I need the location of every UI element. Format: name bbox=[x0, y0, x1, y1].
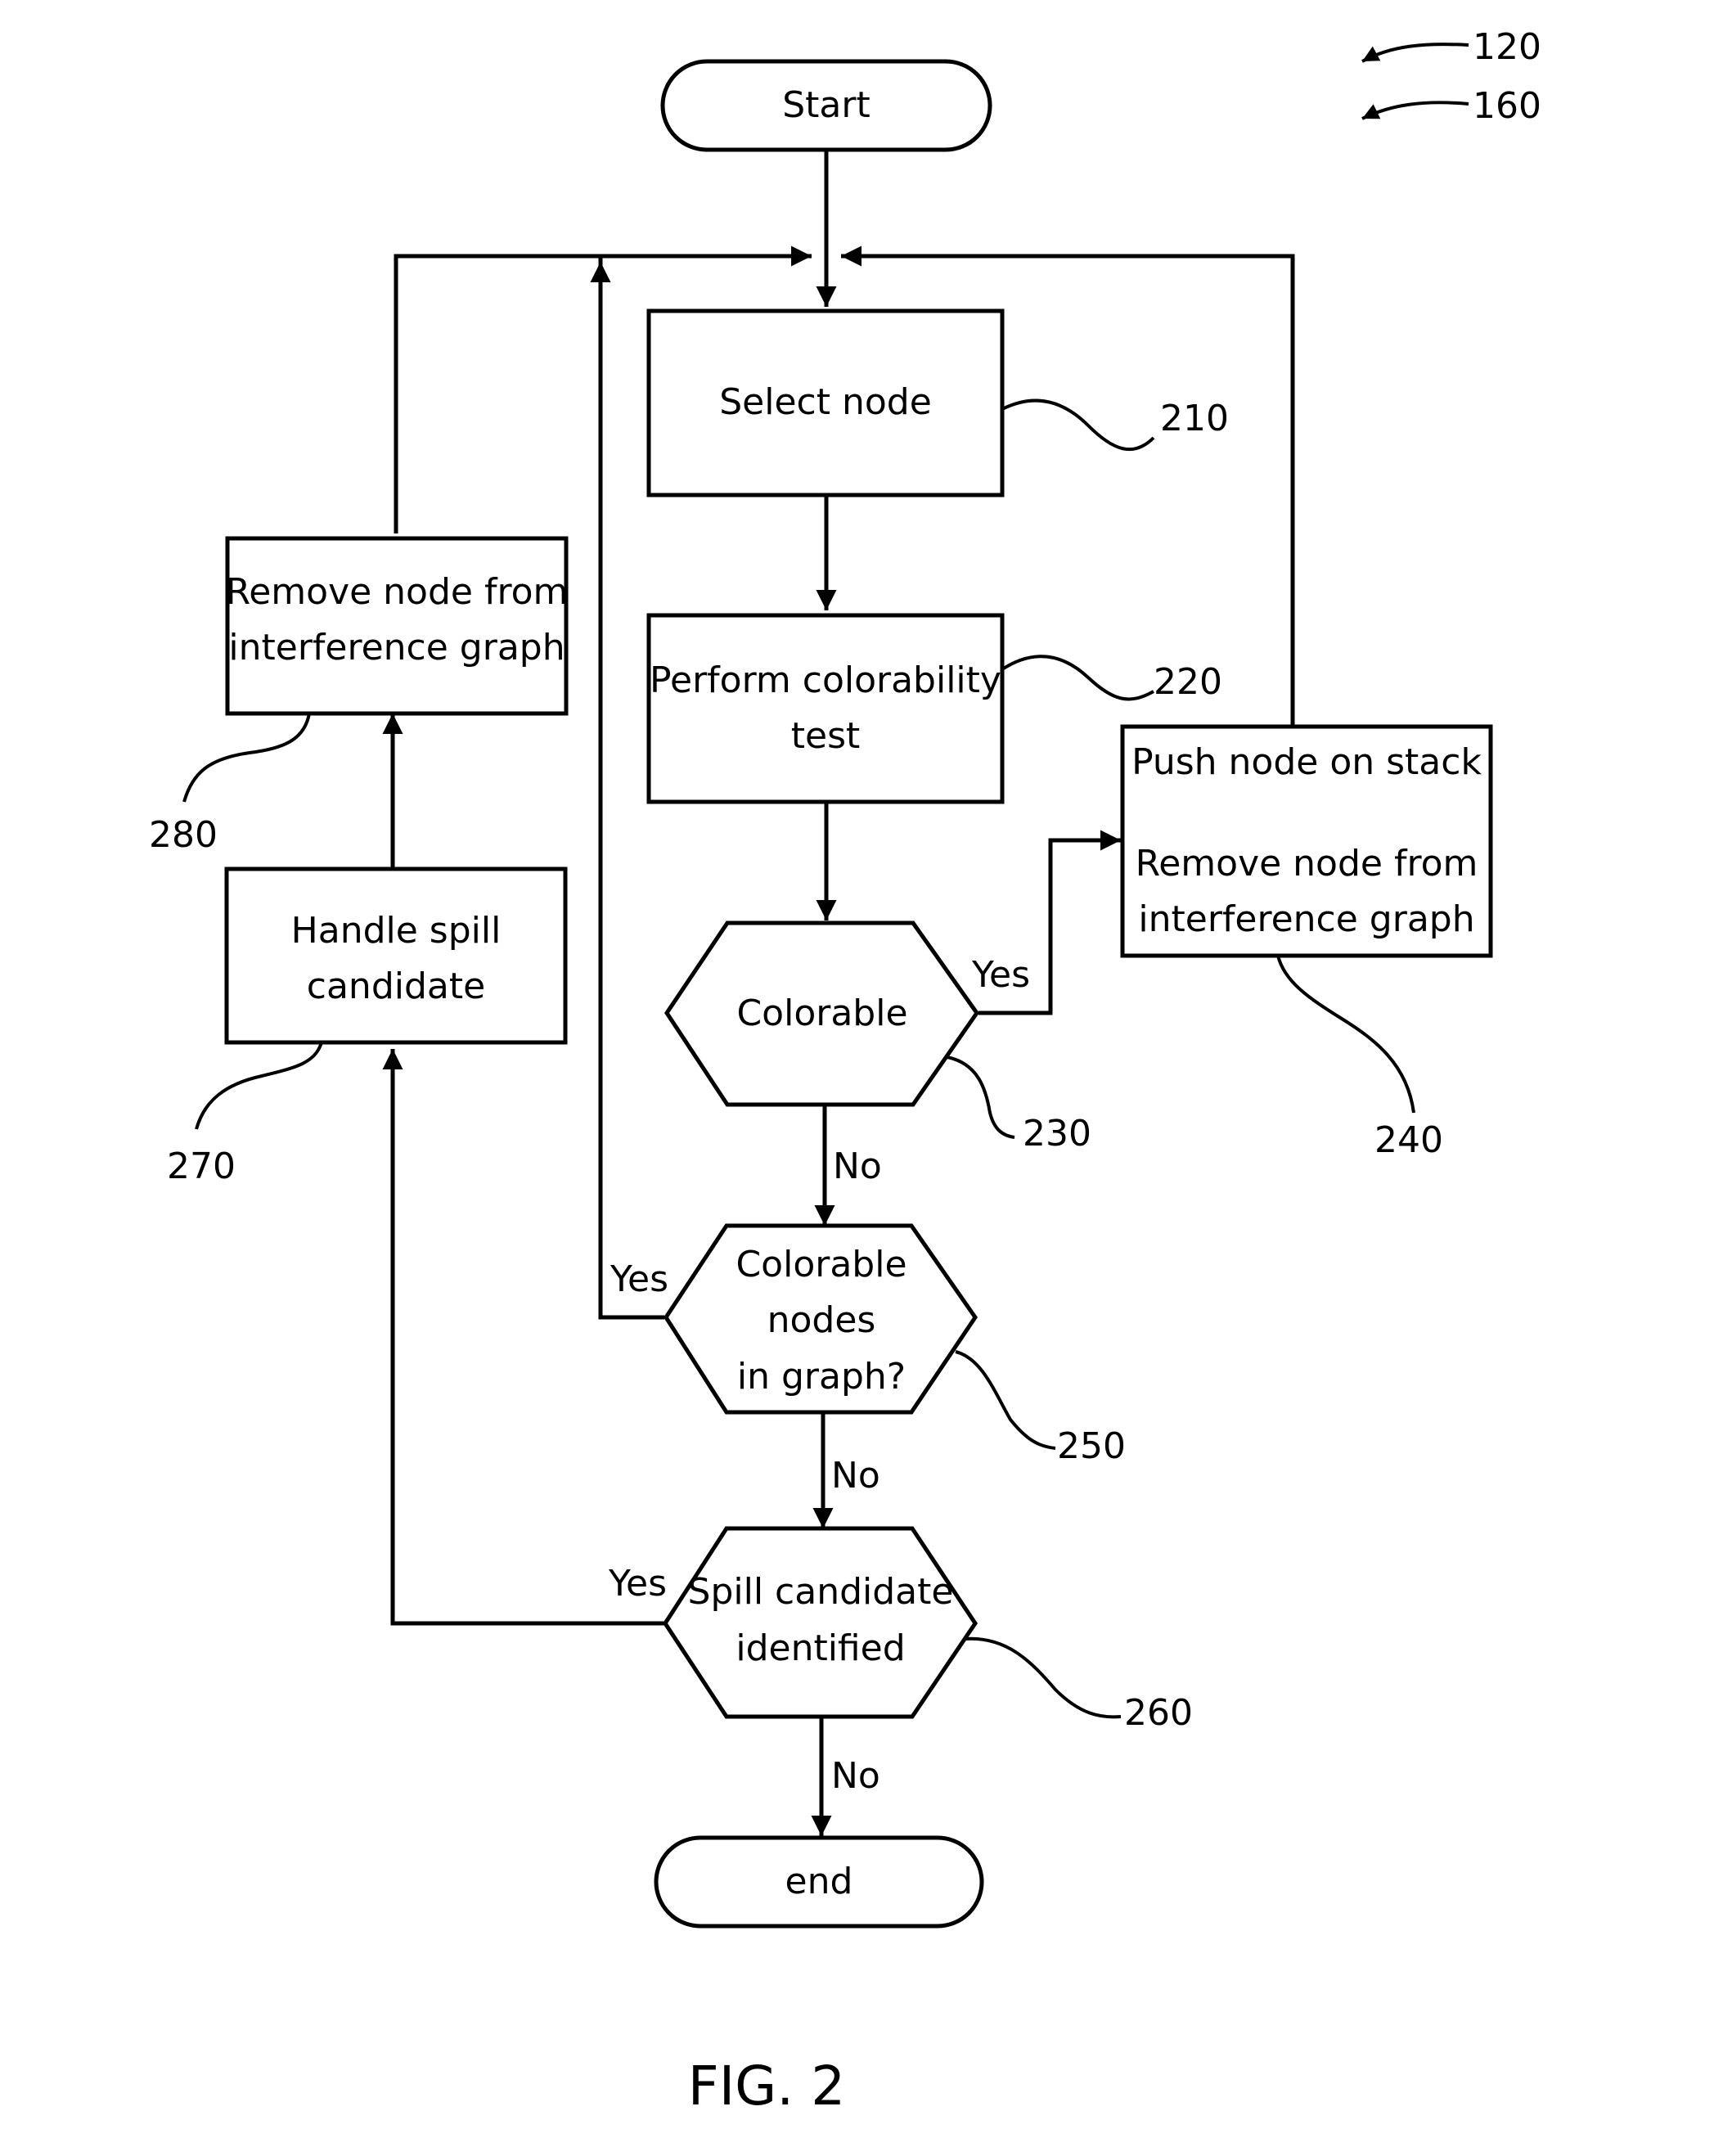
start-terminal: Start bbox=[660, 59, 992, 152]
flowchart: 120 160 Start Select node 210 Perform co… bbox=[149, 26, 1541, 2118]
spill-no-label: No bbox=[831, 1755, 880, 1797]
handle-spill-box: Handle spill candidate 270 bbox=[167, 866, 568, 1187]
reference-160: 160 bbox=[1361, 85, 1541, 127]
handle-spill-line-1: Handle spill bbox=[291, 910, 502, 952]
push-node-line-3: interference graph bbox=[1138, 898, 1474, 940]
push-node-line-2: Remove node from bbox=[1136, 843, 1478, 884]
ref-250: 250 bbox=[1057, 1425, 1126, 1467]
colorable-nodes-line-3: in graph? bbox=[737, 1356, 906, 1398]
perform-test-line-2: test bbox=[791, 715, 861, 757]
select-node-label: Select node bbox=[719, 381, 932, 423]
colorable-nodes-no-label: No bbox=[831, 1455, 880, 1497]
leader-280 bbox=[182, 713, 311, 803]
start-label: Start bbox=[782, 84, 870, 126]
leader-210 bbox=[1001, 398, 1155, 452]
end-label: end bbox=[785, 1861, 853, 1902]
remove-node-box: Remove node from interference graph 280 bbox=[149, 536, 569, 856]
figure-caption: FIG. 2 bbox=[688, 2055, 846, 2118]
push-node-line-1: Push node on stack bbox=[1131, 741, 1482, 783]
colorable-yes-label: Yes bbox=[971, 954, 1030, 996]
select-node-box: Select node 210 bbox=[646, 308, 1229, 497]
leader-260 bbox=[965, 1636, 1122, 1719]
colorable-nodes-line-2: nodes bbox=[767, 1299, 876, 1341]
ref-220: 220 bbox=[1154, 661, 1222, 703]
spill-yes-label: Yes bbox=[608, 1563, 667, 1605]
ref-230: 230 bbox=[1023, 1113, 1091, 1155]
leader-220 bbox=[1001, 655, 1154, 701]
spill-yes-arrow bbox=[382, 1049, 664, 1626]
colorable-decision: Colorable Yes No 230 bbox=[664, 920, 1091, 1187]
reference-label-120: 120 bbox=[1473, 26, 1541, 68]
end-terminal: end bbox=[654, 1835, 984, 1929]
ref-210: 210 bbox=[1160, 398, 1229, 439]
colorable-nodes-line-1: Colorable bbox=[736, 1244, 906, 1285]
ref-280: 280 bbox=[149, 814, 218, 856]
colorable-nodes-yes-label: Yes bbox=[610, 1258, 668, 1300]
leader-240 bbox=[1276, 955, 1415, 1114]
leader-250 bbox=[955, 1350, 1056, 1450]
ref-260: 260 bbox=[1124, 1692, 1193, 1734]
spill-candidate-line-2: identified bbox=[736, 1627, 905, 1669]
reference-label-160: 160 bbox=[1473, 85, 1541, 127]
leader-270 bbox=[195, 1042, 323, 1130]
spill-candidate-decision: Spill candidate identified Yes No 260 bbox=[608, 1526, 1193, 1797]
spill-candidate-line-1: Spill candidate bbox=[688, 1571, 954, 1613]
remove-node-line-1: Remove node from bbox=[226, 571, 569, 613]
colorable-no-label: No bbox=[833, 1146, 882, 1187]
ref-240: 240 bbox=[1374, 1119, 1443, 1161]
perform-test-line-1: Perform colorability bbox=[650, 659, 1001, 701]
handle-spill-line-2: candidate bbox=[307, 965, 485, 1007]
leader-230 bbox=[947, 1055, 1015, 1139]
remove-node-line-2: interference graph bbox=[228, 627, 565, 668]
colorable-label: Colorable bbox=[736, 992, 907, 1034]
colorable-nodes-decision: Colorable nodes in graph? Yes No 250 bbox=[610, 1223, 1126, 1497]
ref-270: 270 bbox=[167, 1146, 236, 1187]
reference-120: 120 bbox=[1361, 26, 1541, 68]
push-node-box: Push node on stack Remove node from inte… bbox=[1120, 724, 1493, 1161]
